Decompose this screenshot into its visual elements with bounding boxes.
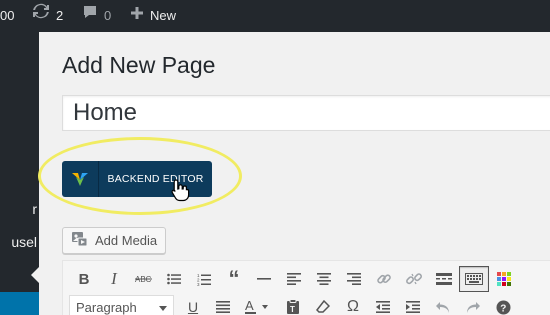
comments-count: 0 (104, 8, 112, 23)
indent-icon (406, 301, 420, 313)
remove-link-button[interactable] (399, 266, 429, 292)
color-grid-button[interactable] (489, 266, 519, 292)
paste-as-text-button[interactable]: T (278, 294, 308, 315)
add-media-button[interactable]: Add Media (62, 227, 166, 254)
help-icon: ? (496, 300, 510, 314)
svg-text:3: 3 (197, 282, 200, 286)
clipboard-icon: T (287, 299, 299, 314)
visual-composer-logo-icon (62, 161, 99, 197)
align-right-button[interactable] (339, 266, 369, 292)
help-button[interactable]: ? (488, 294, 518, 315)
text-color-button[interactable]: A (238, 294, 278, 315)
toolbar-toggle-button[interactable] (459, 266, 489, 292)
comment-icon (82, 0, 98, 32)
blockquote-icon: “ (228, 266, 240, 291)
page-title: Add New Page (62, 52, 216, 78)
read-more-button[interactable] (429, 266, 459, 292)
new-label: New (150, 8, 177, 23)
updates-menu[interactable]: 2 (32, 0, 63, 32)
undo-icon (436, 302, 449, 313)
title-input[interactable] (62, 95, 550, 131)
keyboard-icon (465, 273, 483, 285)
sidebar-item[interactable]: r (32, 201, 37, 217)
svg-text:A: A (245, 299, 254, 313)
align-right-icon (347, 273, 361, 285)
insert-link-button[interactable] (369, 266, 399, 292)
italic-button[interactable]: I (99, 266, 129, 292)
redo-icon (467, 302, 480, 313)
sidebar-current-arrow (31, 267, 39, 283)
numbered-list-icon: 123 (197, 273, 211, 286)
indent-button[interactable] (398, 294, 428, 315)
align-center-icon (317, 273, 331, 285)
align-left-icon (287, 273, 301, 285)
comments-menu[interactable]: 0 (82, 0, 111, 32)
sidebar-item-label: usel (11, 234, 37, 250)
outdent-icon (376, 301, 390, 313)
bulleted-list-button[interactable] (159, 266, 189, 292)
justify-button[interactable] (208, 294, 238, 315)
svg-text:T: T (290, 305, 295, 314)
content-editor: B I ABC 123 “ Paragraph U A T Ω ? (62, 260, 550, 315)
refresh-icon (32, 0, 50, 32)
cut-count: 00 (0, 8, 15, 23)
align-center-button[interactable] (309, 266, 339, 292)
outdent-button[interactable] (368, 294, 398, 315)
updates-count: 2 (56, 8, 64, 23)
horizontal-line-button[interactable] (249, 266, 279, 292)
media-icon (71, 231, 89, 250)
add-media-label: Add Media (95, 233, 158, 248)
format-select[interactable]: Paragraph (69, 295, 174, 315)
eraser-icon (316, 300, 330, 313)
clear-formatting-button[interactable] (308, 294, 338, 315)
svg-text:?: ? (500, 303, 506, 314)
strikethrough-icon: ABC (135, 275, 152, 284)
plus-icon (130, 0, 144, 32)
editor-toolbar-row-1: B I ABC 123 “ (69, 266, 519, 292)
undo-button[interactable] (428, 294, 458, 315)
color-grid-icon (497, 272, 511, 286)
format-select-value: Paragraph (76, 299, 137, 315)
hand-cursor-icon (170, 178, 190, 207)
chevron-down-icon (159, 300, 167, 315)
blockquote-button[interactable]: “ (219, 266, 249, 292)
omega-icon: Ω (347, 298, 359, 315)
numbered-list-button[interactable]: 123 (189, 266, 219, 292)
unlink-icon (406, 273, 422, 285)
new-content-menu[interactable]: New (130, 0, 176, 32)
sidebar-item[interactable]: usel (11, 234, 37, 250)
sidebar-current-item[interactable] (0, 292, 39, 315)
special-character-button[interactable]: Ω (338, 294, 368, 315)
underline-button[interactable]: U (178, 294, 208, 315)
bold-button[interactable]: B (69, 266, 99, 292)
underline-icon: U (187, 299, 199, 315)
backend-editor-label: BACKEND EDITOR (107, 173, 204, 185)
align-left-button[interactable] (279, 266, 309, 292)
read-more-icon (436, 273, 452, 285)
justify-icon (216, 301, 230, 313)
text-color-icon: A (245, 299, 268, 314)
admin-bar-cut-item[interactable]: 00 (0, 0, 14, 32)
sidebar-item-label: r (32, 201, 37, 217)
strikethrough-button[interactable]: ABC (129, 266, 159, 292)
redo-button[interactable] (458, 294, 488, 315)
admin-bar: 00 2 0 New (0, 0, 550, 32)
link-icon (377, 274, 391, 284)
editor-toolbar-row-2: Paragraph U A T Ω ? (69, 294, 518, 315)
bulleted-list-icon (167, 273, 181, 285)
horizontal-line-icon (257, 278, 271, 280)
